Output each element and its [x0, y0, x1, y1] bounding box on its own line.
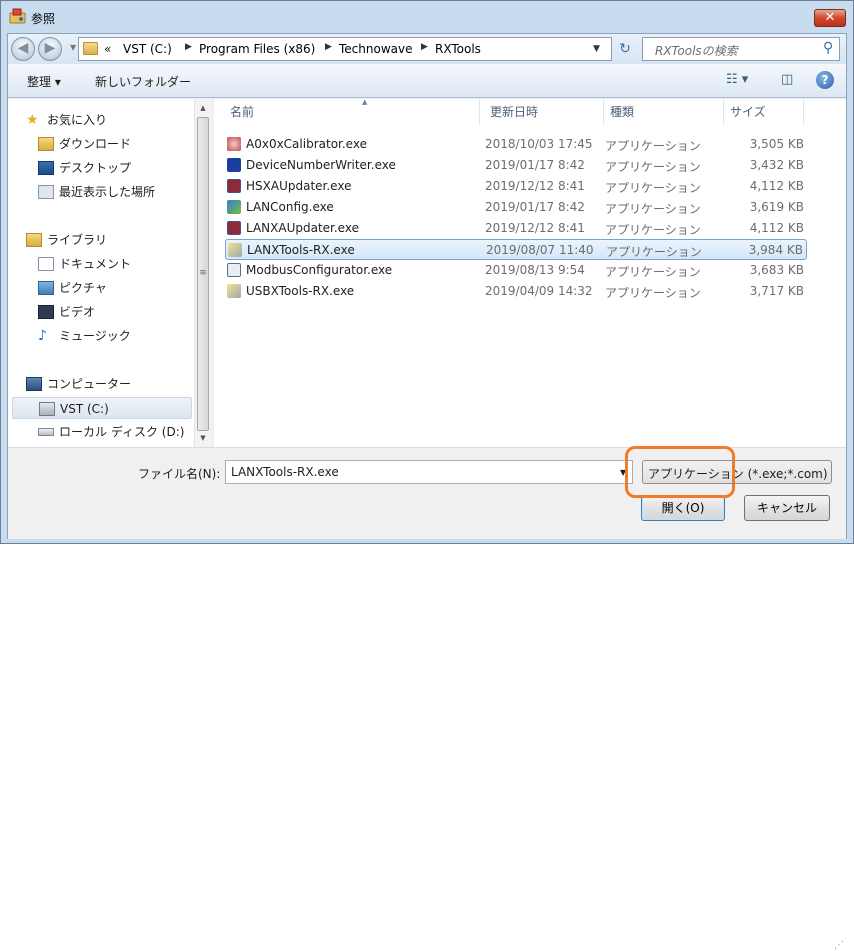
search-icon[interactable]: ⚲ [823, 40, 833, 56]
column-header-name[interactable]: ▲ 名前 [224, 98, 480, 125]
exe-file-icon [227, 221, 241, 235]
refresh-icon[interactable]: ↻ [614, 38, 636, 60]
filename-input[interactable]: LANXTools-RX.exe ▼ [225, 460, 633, 484]
open-button[interactable]: 開く(O) [641, 495, 725, 521]
file-row-selected[interactable]: LANXTools-RX.exe 2019/08/07 11:40 アプリケーシ… [225, 239, 807, 260]
nav-favorites[interactable]: ★ お気に入り [26, 109, 107, 131]
filename-label: ファイル名(N): [138, 467, 221, 481]
open-button-highlight [625, 446, 735, 498]
navigation-pane: ★ お気に入り ダウンロード デスクトップ 最近表示した場所 ライブラリ ドキュメ… [8, 99, 210, 447]
file-row[interactable]: LANXAUpdater.exe 2019/12/12 8:41 アプリケーショ… [225, 218, 807, 239]
nav-computer[interactable]: コンピューター [26, 373, 131, 395]
scroll-up-icon[interactable]: ▲ [195, 101, 211, 115]
breadcrumb-overflow[interactable]: « [104, 42, 111, 56]
search-placeholder: RXToolsの検索 [655, 44, 738, 58]
file-row[interactable]: USBXTools-RX.exe 2019/04/09 14:32 アプリケーシ… [225, 281, 807, 302]
exe-file-icon [227, 263, 241, 277]
column-header-date[interactable]: 更新日時 [484, 99, 604, 125]
exe-file-icon [227, 200, 241, 214]
exe-file-icon [227, 137, 241, 151]
recent-places-icon [38, 185, 54, 199]
preview-pane-icon[interactable]: ◫ [781, 72, 793, 87]
new-folder-button[interactable]: 新しいフォルダー [95, 73, 191, 90]
breadcrumb-technowave[interactable]: Technowave [339, 42, 412, 56]
music-note-icon: ♪ [38, 328, 47, 344]
scroll-down-icon[interactable]: ▼ [195, 431, 211, 445]
file-row[interactable]: LANConfig.exe 2019/01/17 8:42 アプリケーション 3… [225, 197, 807, 218]
exe-file-icon [227, 179, 241, 193]
exe-file-icon [228, 243, 242, 257]
drive-c-icon [39, 402, 55, 416]
nav-libraries[interactable]: ライブラリ [26, 229, 107, 251]
breadcrumb-rxtools[interactable]: RXTools [435, 42, 481, 56]
address-dropdown-icon[interactable]: ▼ [593, 44, 600, 54]
breadcrumb-chevron-icon[interactable]: ▶ [185, 42, 192, 52]
pictures-icon [38, 281, 54, 295]
grip-icon: ≡ [199, 268, 207, 278]
cancel-button[interactable]: キャンセル [744, 495, 830, 521]
file-dialog-window: 参照 ✕ ◀ ▶ ▼ « VST (C:) ▶ Program Files (x… [0, 0, 854, 951]
address-bar[interactable]: « VST (C:) ▶ Program Files (x86) ▶ Techn… [78, 37, 612, 61]
resize-grip-icon[interactable]: ⋰ [834, 940, 844, 951]
close-button[interactable]: ✕ [814, 9, 846, 27]
nav-recent-places[interactable]: 最近表示した場所 [38, 181, 155, 203]
drive-d-icon [38, 428, 54, 436]
window-title: 参照 [31, 12, 56, 26]
title-bar: 参照 ✕ [1, 1, 853, 33]
nav-music[interactable]: ♪ ミュージック [38, 325, 131, 347]
navigation-bar: ◀ ▶ ▼ « VST (C:) ▶ Program Files (x86) ▶… [8, 34, 846, 64]
documents-icon [38, 257, 54, 271]
view-options-icon[interactable]: ☷ ▾ [726, 72, 748, 87]
column-header-size[interactable]: サイズ [724, 99, 804, 125]
sort-ascending-icon: ▲ [362, 98, 368, 106]
command-bar: 整理 ▾ 新しいフォルダー ☷ ▾ ◫ ? [8, 64, 846, 98]
file-row[interactable]: DeviceNumberWriter.exe 2019/01/17 8:42 ア… [225, 155, 807, 176]
recent-pages-dropdown-icon[interactable]: ▼ [70, 43, 76, 52]
breadcrumb-program-files[interactable]: Program Files (x86) [199, 42, 315, 56]
filename-value: LANXTools-RX.exe [231, 465, 339, 479]
help-icon[interactable]: ? [816, 71, 834, 89]
file-row[interactable]: A0x0xCalibrator.exe 2018/10/03 17:45 アプリ… [225, 134, 807, 155]
videos-icon [38, 305, 54, 319]
forward-button[interactable]: ▶ [38, 37, 62, 61]
file-row[interactable]: ModbusConfigurator.exe 2019/08/13 9:54 ア… [225, 260, 807, 281]
app-icon [9, 8, 26, 24]
scroll-thumb[interactable]: ≡ [197, 117, 209, 431]
folder-icon [83, 42, 98, 55]
nav-pictures[interactable]: ピクチャ [38, 277, 107, 299]
column-header-type[interactable]: 種類 [604, 99, 724, 125]
nav-scrollbar[interactable]: ▲ ≡ ▼ [194, 99, 211, 447]
computer-icon [26, 377, 42, 391]
organize-button[interactable]: 整理 ▾ [27, 73, 61, 90]
desktop-icon [38, 161, 54, 175]
breadcrumb-chevron-icon[interactable]: ▶ [421, 42, 428, 52]
libraries-icon [26, 233, 42, 247]
breadcrumb-drive[interactable]: VST (C:) [123, 42, 172, 56]
nav-videos[interactable]: ビデオ [38, 301, 95, 323]
file-row[interactable]: HSXAUpdater.exe 2019/12/12 8:41 アプリケーション… [225, 176, 807, 197]
back-button[interactable]: ◀ [11, 37, 35, 61]
nav-documents[interactable]: ドキュメント [38, 253, 131, 275]
nav-drive-c[interactable]: VST (C:) [12, 397, 192, 419]
exe-file-icon [227, 284, 241, 298]
nav-drive-d[interactable]: ローカル ディスク (D:) [38, 421, 184, 443]
search-box[interactable]: RXToolsの検索 ⚲ [642, 37, 840, 61]
star-icon: ★ [26, 112, 39, 128]
nav-desktop[interactable]: デスクトップ [38, 157, 131, 179]
nav-downloads[interactable]: ダウンロード [38, 133, 131, 155]
exe-file-icon [227, 158, 241, 172]
downloads-folder-icon [38, 137, 54, 151]
file-list: ▲ 名前 更新日時 種類 サイズ A0x0xCalibrator.exe 2018… [214, 98, 846, 447]
breadcrumb-chevron-icon[interactable]: ▶ [325, 42, 332, 52]
